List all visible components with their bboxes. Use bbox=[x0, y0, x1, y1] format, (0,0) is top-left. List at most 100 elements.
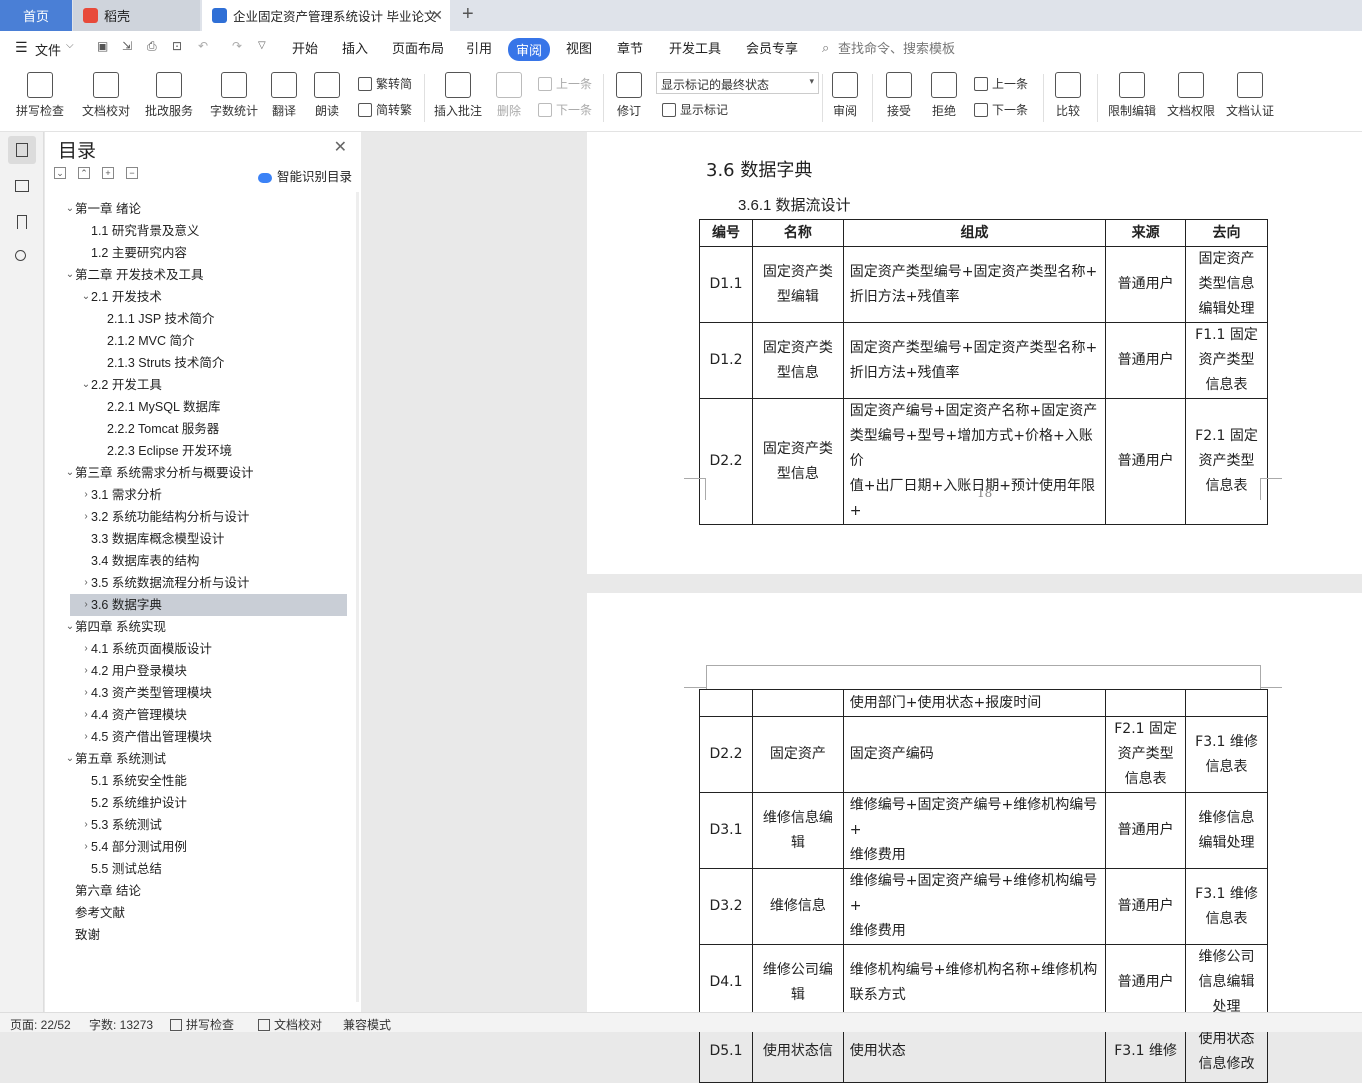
outline-item[interactable]: 致谢 bbox=[45, 924, 353, 946]
add-level-icon[interactable]: + bbox=[102, 167, 114, 179]
outline-item[interactable]: 第六章 结论 bbox=[45, 880, 353, 902]
restrict-editing-button[interactable]: 限制编辑 bbox=[1105, 72, 1159, 119]
chevron-down-icon[interactable]: ⌄ bbox=[65, 462, 75, 484]
chevron-right-icon[interactable]: › bbox=[81, 660, 91, 682]
outline-item[interactable]: › 4.4 资产管理模块 bbox=[45, 704, 353, 726]
close-icon[interactable]: ✕ bbox=[334, 137, 347, 157]
chevron-down-icon[interactable]: ⌄ bbox=[65, 748, 75, 770]
file-menu[interactable]: 文件 bbox=[35, 40, 61, 59]
smart-toc-button[interactable]: 智能识别目录 bbox=[257, 166, 352, 185]
close-tab-icon[interactable]: ✕ bbox=[431, 7, 443, 24]
outline-item[interactable]: › 5.3 系统测试 bbox=[45, 814, 353, 836]
chevron-down-icon[interactable]: ⌄ bbox=[65, 264, 75, 286]
outline-item[interactable]: › 4.2 用户登录模块 bbox=[45, 660, 353, 682]
outline-item[interactable]: 2.2.2 Tomcat 服务器 bbox=[45, 418, 353, 440]
document-cert-button[interactable]: 文档认证 bbox=[1224, 72, 1276, 119]
outline-item[interactable]: › 4.1 系统页面模版设计 bbox=[45, 638, 353, 660]
chevron-right-icon[interactable]: › bbox=[81, 836, 91, 858]
outline-item[interactable]: 参考文献 bbox=[45, 902, 353, 924]
print-icon[interactable]: ⎙ bbox=[147, 39, 157, 54]
chevron-right-icon[interactable]: › bbox=[81, 484, 91, 506]
word-count-indicator[interactable]: 字数: 13273 bbox=[89, 1016, 153, 1033]
outline-item[interactable]: 2.1.3 Struts 技术简介 bbox=[45, 352, 353, 374]
save-icon[interactable]: ▣ bbox=[97, 39, 108, 53]
read-aloud-button[interactable]: 朗读 bbox=[310, 72, 344, 119]
remove-level-icon[interactable]: − bbox=[126, 167, 138, 179]
new-tab-icon[interactable]: + bbox=[462, 3, 474, 26]
outline-item[interactable]: ⌄ 第五章 系统测试 bbox=[45, 748, 353, 770]
compare-button[interactable]: 比较 bbox=[1050, 72, 1086, 119]
tab-member[interactable]: 会员专享 bbox=[746, 38, 798, 57]
insert-comment-button[interactable]: 插入批注 bbox=[432, 72, 484, 119]
outline-item[interactable]: 1.2 主要研究内容 bbox=[45, 242, 353, 264]
outline-item[interactable]: 2.2.1 MySQL 数据库 bbox=[45, 396, 353, 418]
chevron-right-icon[interactable]: › bbox=[81, 572, 91, 594]
chevron-right-icon[interactable]: › bbox=[81, 814, 91, 836]
tab-section[interactable]: 章节 bbox=[617, 38, 643, 57]
show-markup-button[interactable]: 显示标记 bbox=[662, 101, 728, 118]
menu-icon[interactable]: ☰ bbox=[15, 39, 28, 56]
outline-item[interactable]: 5.1 系统安全性能 bbox=[45, 770, 353, 792]
more-icon[interactable]: ▽ bbox=[258, 40, 266, 51]
outline-item[interactable]: ⌄ 第三章 系统需求分析与概要设计 bbox=[45, 462, 353, 484]
tab-review[interactable]: 审阅 bbox=[508, 38, 551, 61]
tab-docer[interactable]: 稻壳 bbox=[73, 0, 200, 31]
tab-references[interactable]: 引用 bbox=[466, 38, 492, 57]
chevron-right-icon[interactable]: › bbox=[81, 704, 91, 726]
chapter-nav-icon[interactable] bbox=[8, 172, 36, 200]
tab-home[interactable]: 首页 bbox=[0, 0, 72, 31]
outline-item[interactable]: ⌄ 第二章 开发技术及工具 bbox=[45, 264, 353, 286]
delete-comment-button[interactable]: 删除 bbox=[490, 72, 528, 119]
chevron-right-icon[interactable]: › bbox=[81, 506, 91, 528]
tab-layout[interactable]: 页面布局 bbox=[392, 38, 444, 57]
outline-item[interactable]: 2.2.3 Eclipse 开发环境 bbox=[45, 440, 353, 462]
redo-icon[interactable]: ↷ bbox=[232, 39, 242, 53]
outline-item[interactable]: › 3.2 系统功能结构分析与设计 bbox=[45, 506, 353, 528]
outline-item[interactable]: ⌄ 2.2 开发工具 bbox=[45, 374, 353, 396]
tab-start[interactable]: 开始 bbox=[292, 38, 318, 57]
tab-document[interactable]: 企业固定资产管理系统设计 毕业论文 ✕ bbox=[202, 0, 450, 31]
outline-item[interactable]: ⌄ 2.1 开发技术 bbox=[45, 286, 353, 308]
next-change-button[interactable]: 下一条 bbox=[974, 101, 1028, 118]
spell-check-toggle[interactable]: 拼写检查 bbox=[170, 1016, 234, 1033]
word-count-button[interactable]: 字数统计 bbox=[208, 72, 260, 119]
proofread-button[interactable]: 文档校对 bbox=[79, 72, 133, 119]
spell-check-button[interactable]: 拼写检查 bbox=[11, 72, 69, 119]
document-permission-button[interactable]: 文档权限 bbox=[1165, 72, 1217, 119]
chevron-down-icon[interactable]: ⌄ bbox=[81, 374, 91, 396]
outline-item[interactable]: › 3.6 数据字典 bbox=[70, 594, 347, 616]
prev-change-button[interactable]: 上一条 bbox=[974, 75, 1028, 92]
outline-item[interactable]: › 5.4 部分测试用例 bbox=[45, 836, 353, 858]
next-comment-button[interactable]: 下一条 bbox=[538, 101, 592, 118]
chevron-right-icon[interactable]: › bbox=[81, 726, 91, 748]
outline-item[interactable]: 1.1 研究背景及意义 bbox=[45, 220, 353, 242]
command-search[interactable]: 查找命令、搜索模板 bbox=[838, 38, 955, 57]
undo-icon[interactable]: ↶ bbox=[198, 39, 208, 53]
outline-item[interactable]: › 3.1 需求分析 bbox=[45, 484, 353, 506]
outline-item[interactable]: ⌄ 第四章 系统实现 bbox=[45, 616, 353, 638]
outline-scrollbar[interactable] bbox=[356, 192, 359, 1002]
reject-button[interactable]: 拒绝 bbox=[927, 72, 961, 119]
chevron-right-icon[interactable]: › bbox=[81, 638, 91, 660]
trad-to-simp-button[interactable]: 繁转简 bbox=[358, 75, 412, 92]
collapse-all-icon[interactable]: ⌄ bbox=[54, 167, 66, 179]
expand-all-icon[interactable]: ⌃ bbox=[78, 167, 90, 179]
outline-item[interactable]: 2.1.2 MVC 简介 bbox=[45, 330, 353, 352]
outline-item[interactable]: › 3.5 系统数据流程分析与设计 bbox=[45, 572, 353, 594]
outline-item[interactable]: › 4.5 资产借出管理模块 bbox=[45, 726, 353, 748]
outline-nav-icon[interactable] bbox=[8, 136, 36, 164]
proofread-toggle[interactable]: 文档校对 bbox=[258, 1016, 322, 1033]
outline-item[interactable]: 2.1.1 JSP 技术简介 bbox=[45, 308, 353, 330]
translate-button[interactable]: 翻译 bbox=[267, 72, 301, 119]
review-service-button[interactable]: 批改服务 bbox=[140, 72, 198, 119]
chevron-down-icon[interactable]: ⌄ bbox=[81, 286, 91, 308]
outline-item[interactable]: 3.4 数据库表的结构 bbox=[45, 550, 353, 572]
outline-item[interactable]: 5.5 测试总结 bbox=[45, 858, 353, 880]
bookmark-icon[interactable] bbox=[8, 208, 36, 236]
accept-button[interactable]: 接受 bbox=[882, 72, 916, 119]
chevron-down-icon[interactable]: ⌵ bbox=[66, 40, 74, 51]
tab-developer[interactable]: 开发工具 bbox=[669, 38, 721, 57]
chevron-down-icon[interactable]: ⌄ bbox=[65, 198, 75, 220]
search-icon[interactable] bbox=[8, 244, 36, 272]
track-changes-button[interactable]: 修订 bbox=[611, 72, 647, 119]
